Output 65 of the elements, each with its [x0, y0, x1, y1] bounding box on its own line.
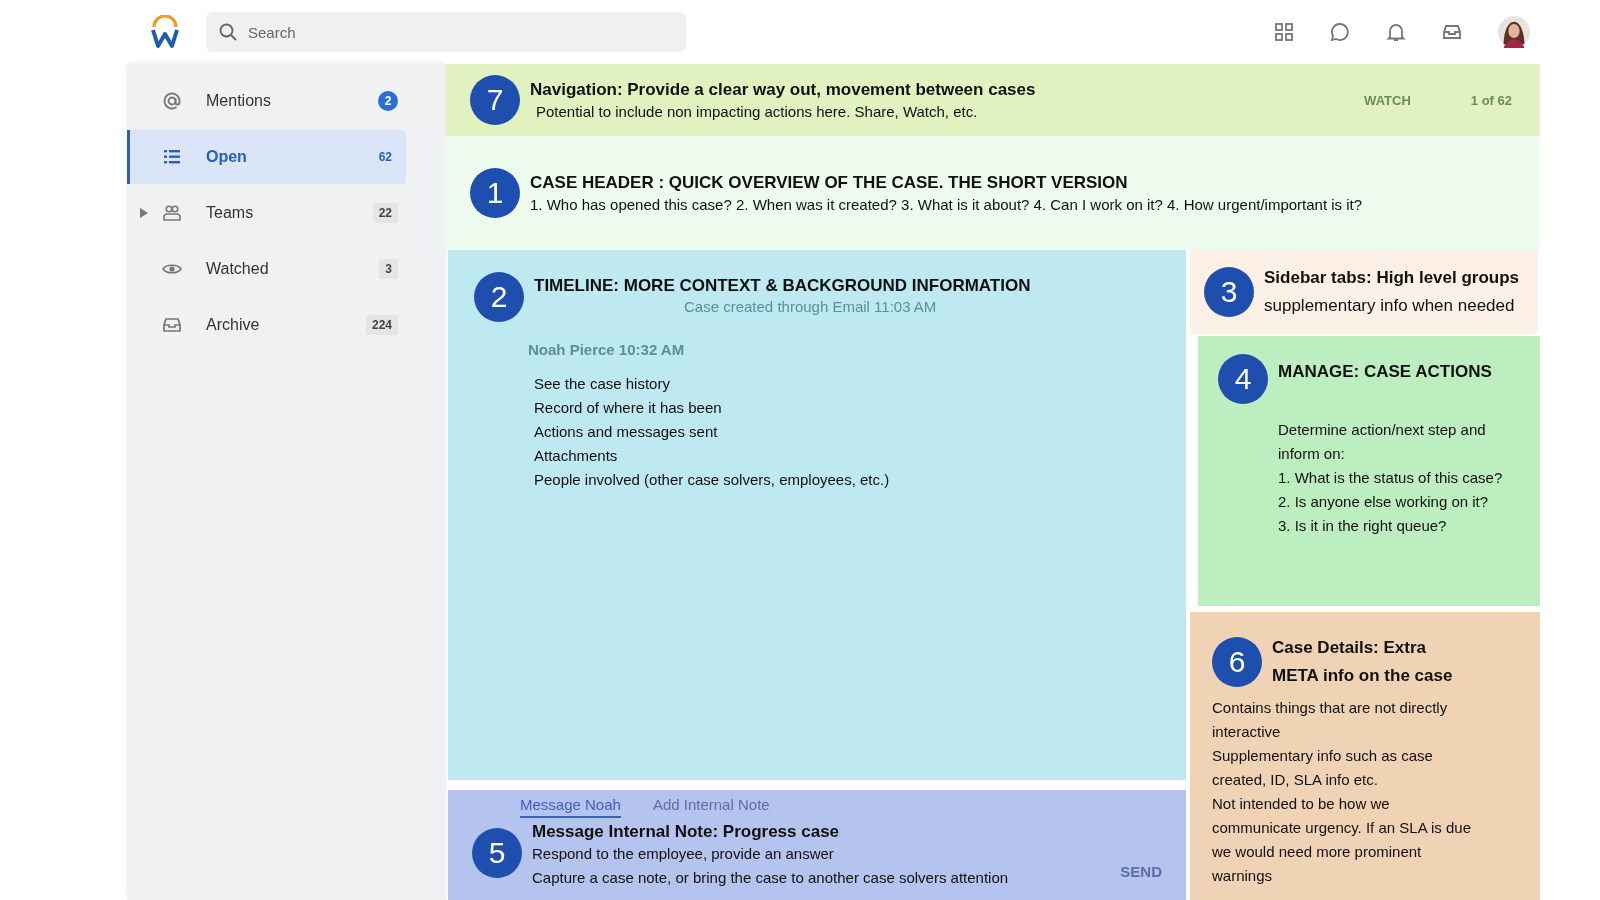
- count-badge: 2: [378, 91, 398, 111]
- send-button[interactable]: SEND: [1120, 862, 1162, 880]
- number-badge: 6: [1212, 637, 1262, 687]
- note-title: Sidebar tabs: High level groups: [1264, 267, 1520, 289]
- note-text: See the case history: [534, 374, 671, 394]
- item-label: Archive: [206, 316, 261, 334]
- note-title: TIMELINE: MORE CONTEXT & BACKGROUND INFORMATION: [534, 276, 1031, 296]
- sidebar-item[interactable]: Watched 3: [127, 242, 406, 296]
- note-title: MANAGE: CASE ACTIONS: [1278, 362, 1492, 382]
- sidebar-item[interactable]: Open 62: [127, 130, 406, 184]
- composer-tab[interactable]: Message Noah: [520, 796, 621, 818]
- note-text: Record of where it has been: [534, 398, 723, 418]
- note-text: Potential to include non impacting actions here. Share, Watch, etc.: [535, 103, 979, 120]
- number-badge: 1: [470, 168, 520, 218]
- logo-icon[interactable]: [150, 15, 180, 49]
- note-text: Determine action/next step and inform on:: [1278, 420, 1487, 464]
- chat-icon[interactable]: [1330, 22, 1350, 42]
- search-icon: [218, 22, 238, 42]
- at-icon: [162, 91, 182, 111]
- note-title: Navigation: Provide a clear way out, movement between cases: [530, 80, 1036, 100]
- note-title: CASE HEADER : QUICK OVERVIEW OF THE CASE. THE SHORT VERSION: [530, 173, 1129, 193]
- people-icon: [162, 203, 182, 223]
- tray-icon[interactable]: [1442, 22, 1462, 42]
- note-title: Case Details: Extra META info on the case: [1272, 637, 1454, 687]
- sidebar-item[interactable]: Mentions 2: [127, 74, 406, 128]
- item-label: Teams: [206, 204, 255, 222]
- note-text: Contains things that are not directly interactive: [1212, 698, 1449, 742]
- number-badge: 3: [1204, 267, 1254, 317]
- sidebar-item[interactable]: Teams 22: [127, 186, 406, 240]
- number-badge: 2: [474, 272, 524, 322]
- avatar[interactable]: [1498, 16, 1530, 48]
- pager-text: 1 of 62: [1470, 92, 1512, 108]
- number-badge: 4: [1218, 354, 1268, 404]
- note-text: People involved (other case solvers, employees, etc.): [534, 470, 891, 490]
- search-field[interactable]: Search: [206, 12, 686, 52]
- note-text: Supplementary info such as case created, ID, SLA info etc.: [1212, 746, 1434, 790]
- note-text: Actions and messages sent: [534, 422, 719, 442]
- item-label: Watched: [206, 260, 270, 278]
- count-badge: 3: [379, 259, 398, 279]
- note-text: Not intended to be how we communicate urgency. If an SLA is due we would need more prominent warnings: [1212, 794, 1473, 886]
- note-text: 1. What is the status of this case?: [1278, 468, 1504, 488]
- bell-icon[interactable]: [1386, 22, 1406, 42]
- number-badge: 7: [470, 75, 520, 125]
- count-badge: 22: [372, 203, 398, 223]
- composer-tab[interactable]: Add Internal Note: [652, 796, 770, 818]
- count-label: 62: [377, 149, 393, 166]
- grid-icon[interactable]: [1274, 22, 1294, 42]
- sidebar-item[interactable]: Archive 224: [127, 298, 406, 352]
- count-badge: 224: [365, 315, 398, 335]
- item-label: Open: [206, 148, 248, 166]
- note-text: supplementary info when needed: [1264, 295, 1516, 317]
- note-text: 2. Is anyone else working on it?: [1278, 492, 1490, 512]
- tray-icon: [162, 315, 182, 335]
- note-text: Attachments: [534, 446, 619, 466]
- event-text: Case created through Email 11:03 AM: [684, 298, 938, 315]
- watch-button[interactable]: WATCH: [1364, 92, 1411, 108]
- note-text: Respond to the employee, provide an answer: [532, 844, 835, 864]
- note-text: 1. Who has opened this case? 2. When was it created? 3. What is it about? 4. Can I work on it? 4. How urgent/important is it?: [530, 196, 1363, 213]
- message-author: Noah Pierce 10:32 AM: [528, 341, 686, 358]
- item-label: Mentions: [206, 92, 272, 110]
- number-badge: 5: [472, 828, 522, 878]
- note-text: 3. Is it in the right queue?: [1278, 516, 1448, 536]
- expand-icon[interactable]: [140, 208, 148, 218]
- note-text: Capture a case note, or bring the case to another case solvers attention: [532, 868, 1010, 888]
- note-title: Message Internal Note: Progress case: [532, 822, 841, 842]
